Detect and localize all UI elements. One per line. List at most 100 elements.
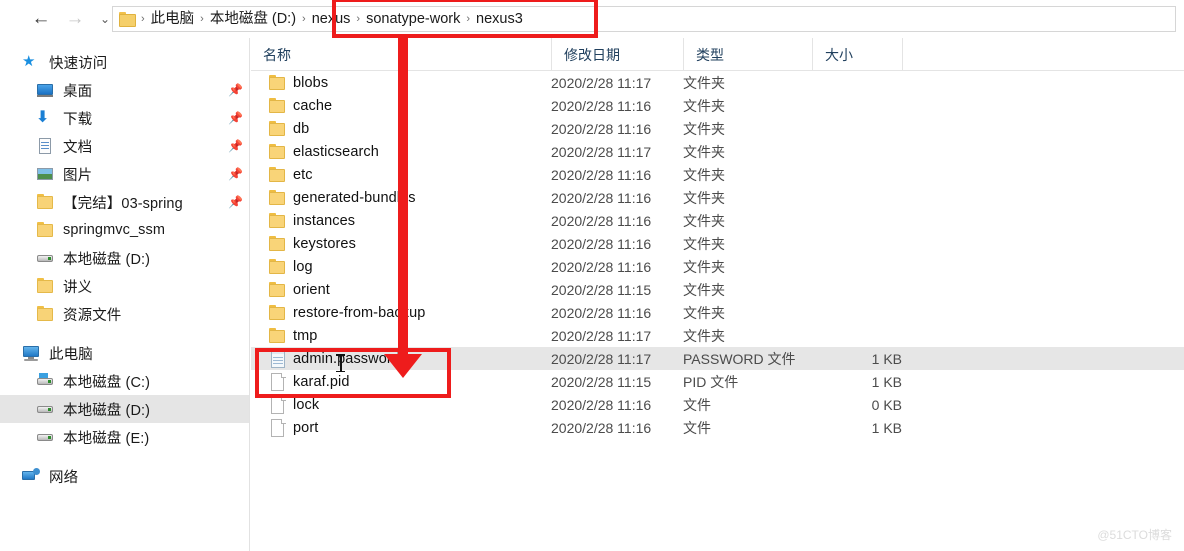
file-date: 2020/2/28 11:16 [551,304,652,321]
forward-button[interactable]: → [58,2,92,36]
folder-icon [36,193,54,211]
file-name: blobs [293,74,329,91]
table-row[interactable]: restore-from-backup 2020/2/28 11:16 文件夹 [251,301,1184,324]
sidebar-group-quick-access[interactable]: ★ 快速访问 [0,48,249,76]
column-header-label: 修改日期 [564,46,620,63]
column-header-extra[interactable] [902,38,962,71]
sidebar-item-label: springmvc_ssm [63,222,166,238]
column-header-type[interactable]: 类型 [683,38,812,71]
sidebar-item-springmvc-ssm[interactable]: springmvc_ssm [0,216,249,244]
sidebar-item-jiangyi[interactable]: 讲义 [0,272,249,300]
chevron-down-icon: ⌄ [99,12,111,26]
file-size: 0 KB [871,396,902,413]
sidebar-group-label: 此电脑 [49,346,93,363]
sidebar-group-label: 网络 [49,469,79,486]
breadcrumb-item-nexus3[interactable]: nexus3 [471,7,528,31]
breadcrumb-item-sonatype-work[interactable]: sonatype-work [361,7,465,31]
pin-icon[interactable]: 📌 [228,84,243,96]
sidebar-item-desktop[interactable]: 桌面 📌 [0,76,249,104]
table-row[interactable]: lock 2020/2/28 11:16 文件 0 KB [251,393,1184,416]
column-header-label: 类型 [696,46,724,63]
folder-icon [119,11,136,27]
sidebar-item-ziyuanwenjian[interactable]: 资源文件 [0,300,249,328]
folder-icon [269,281,287,299]
sidebar-item-quick-drive-d[interactable]: 本地磁盘 (D:) [0,244,249,272]
folder-icon [269,327,287,345]
folder-icon [269,166,287,184]
file-name: keystores [293,235,356,252]
folder-icon [36,305,54,323]
sidebar-group-this-pc[interactable]: 此电脑 [0,339,249,367]
address-bar[interactable]: › 此电脑 › 本地磁盘 (D:) › nexus › sonatype-wor… [112,6,1176,32]
breadcrumb-item-drive-d[interactable]: 本地磁盘 (D:) [205,7,301,31]
pin-icon[interactable]: 📌 [228,196,243,208]
sidebar-group-network[interactable]: 网络 [0,462,249,490]
sidebar-item-label: 资源文件 [63,307,122,324]
folder-icon [269,97,287,115]
breadcrumb-item-nexus[interactable]: nexus [307,7,356,31]
file-name: tmp [293,327,318,344]
file-date: 2020/2/28 11:16 [551,235,652,252]
table-row[interactable]: log 2020/2/28 11:16 文件夹 [251,255,1184,278]
file-date: 2020/2/28 11:15 [551,373,652,390]
sidebar-item-label: 下载 [63,111,93,128]
table-row[interactable]: port 2020/2/28 11:16 文件 1 KB [251,416,1184,439]
sidebar-item-drive-e[interactable]: 本地磁盘 (E:) [0,423,249,451]
pin-icon[interactable]: 📌 [228,168,243,180]
column-header-date-modified[interactable]: 修改日期 [551,38,683,71]
annotation-arrow-shaft [398,36,408,362]
file-type: 文件夹 [683,166,725,183]
table-row[interactable]: elasticsearch 2020/2/28 11:17 文件夹 [251,140,1184,163]
network-icon [22,467,40,485]
drive-icon [36,249,54,267]
table-row[interactable]: etc 2020/2/28 11:16 文件夹 [251,163,1184,186]
file-date: 2020/2/28 11:16 [551,396,652,413]
file-type: PID 文件 [683,373,739,390]
file-date: 2020/2/28 11:16 [551,166,652,183]
breadcrumb-item-this-pc[interactable]: 此电脑 [146,7,200,31]
sidebar-group-label: 快速访问 [49,55,108,72]
table-row[interactable]: db 2020/2/28 11:16 文件夹 [251,117,1184,140]
column-header-size[interactable]: 大小 [812,38,902,71]
sidebar-item-label: 本地磁盘 (D:) [63,402,151,419]
file-size: 1 KB [871,350,902,367]
table-row[interactable]: blobs 2020/2/28 11:17 文件夹 [251,71,1184,94]
this-pc-icon [22,344,40,362]
sidebar-item-03-spring[interactable]: 【完结】03-spring 📌 [0,188,249,216]
file-date: 2020/2/28 11:16 [551,419,652,436]
sidebar-item-drive-d[interactable]: 本地磁盘 (D:) [0,395,249,423]
drive-system-icon [36,372,54,390]
sidebar-item-label: 本地磁盘 (C:) [63,374,151,391]
forward-icon: → [65,8,85,29]
file-name: etc [293,166,313,183]
pin-icon[interactable]: 📌 [228,140,243,152]
sidebar-item-drive-c[interactable]: 本地磁盘 (C:) [0,367,249,395]
file-type: 文件夹 [683,212,725,229]
sidebar-item-pictures[interactable]: 图片 📌 [0,160,249,188]
sidebar-item-documents[interactable]: 文档 📌 [0,132,249,160]
folder-icon [269,120,287,138]
table-row[interactable]: keystores 2020/2/28 11:16 文件夹 [251,232,1184,255]
generic-file-icon [269,419,287,437]
table-row[interactable]: generated-bundles 2020/2/28 11:16 文件夹 [251,186,1184,209]
generic-file-icon [269,373,287,391]
table-row[interactable]: cache 2020/2/28 11:16 文件夹 [251,94,1184,117]
navigation-pane: ★ 快速访问 桌面 📌 ⬇ 下载 📌 文档 📌 图片 📌 【完结】03-spri… [0,38,250,551]
file-size: 1 KB [871,373,902,390]
pin-icon[interactable]: 📌 [228,112,243,124]
file-name: instances [293,212,356,229]
file-type: 文件夹 [683,258,725,275]
file-type: 文件夹 [683,74,725,91]
generic-file-icon [269,396,287,414]
table-row[interactable]: instances 2020/2/28 11:16 文件夹 [251,209,1184,232]
table-row[interactable]: tmp 2020/2/28 11:17 文件夹 [251,324,1184,347]
file-name: port [293,419,319,436]
drive-icon [36,428,54,446]
file-name: cache [293,97,333,114]
folder-icon [36,221,54,239]
back-button[interactable]: ← [24,2,58,36]
file-date: 2020/2/28 11:17 [551,350,652,367]
file-name: elasticsearch [293,143,379,160]
sidebar-item-downloads[interactable]: ⬇ 下载 📌 [0,104,249,132]
table-row[interactable]: orient 2020/2/28 11:15 文件夹 [251,278,1184,301]
